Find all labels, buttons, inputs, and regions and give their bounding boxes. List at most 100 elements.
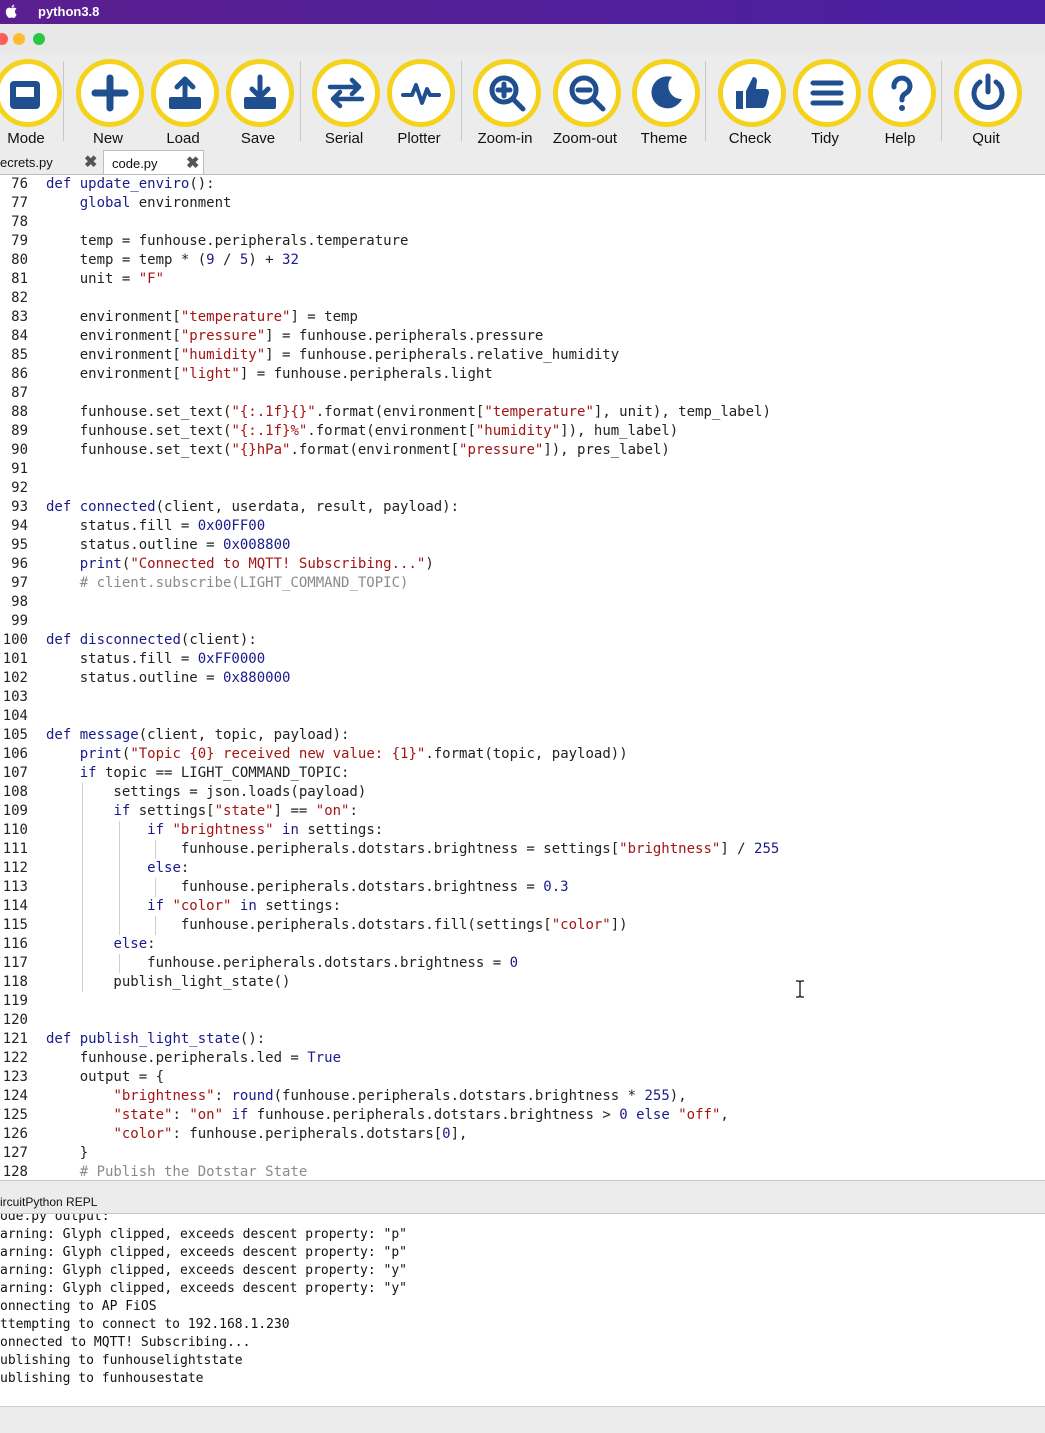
- code-line[interactable]: 86 environment["light"] = funhouse.perip…: [0, 365, 1045, 384]
- code-line[interactable]: 92: [0, 479, 1045, 498]
- line-number: 92: [11, 480, 28, 496]
- toolbar-button-label: Theme: [640, 130, 688, 147]
- code-line[interactable]: 125 "state": "on" if funhouse.peripheral…: [0, 1106, 1045, 1125]
- save-button[interactable]: Save: [218, 59, 298, 147]
- code-line[interactable]: 108 settings = json.loads(payload): [0, 783, 1045, 802]
- minimize-window-button[interactable]: [13, 33, 25, 45]
- code-line[interactable]: 121 def publish_light_state():: [0, 1030, 1045, 1049]
- code-line[interactable]: 126 "color": funhouse.peripherals.dotsta…: [0, 1125, 1045, 1144]
- code-line[interactable]: 78: [0, 213, 1045, 232]
- lines-icon: [810, 80, 844, 106]
- line-number: 127: [2, 1145, 28, 1161]
- code-line[interactable]: 115 funhouse.peripherals.dotstars.fill(s…: [0, 916, 1045, 935]
- maximize-window-button[interactable]: [33, 33, 45, 45]
- app-name[interactable]: python3.8: [38, 4, 99, 19]
- line-number: 97: [11, 575, 28, 591]
- code-line[interactable]: 76 def update_enviro():: [0, 175, 1045, 194]
- mode-button[interactable]: Mode: [0, 59, 66, 147]
- code-line[interactable]: 117 funhouse.peripherals.dotstars.bright…: [0, 954, 1045, 973]
- apple-icon[interactable]: [4, 3, 20, 19]
- code-line[interactable]: 101 status.fill = 0xFF0000: [0, 650, 1045, 669]
- code-text: environment["temperature"] = temp: [46, 309, 358, 325]
- line-number: 113: [2, 879, 28, 895]
- code-line[interactable]: 95 status.outline = 0x008800: [0, 536, 1045, 555]
- moon-icon: [651, 76, 682, 109]
- code-line[interactable]: 105 def message(client, topic, payload):: [0, 726, 1045, 745]
- code-line[interactable]: 79 temp = funhouse.peripherals.temperatu…: [0, 232, 1045, 251]
- menu-bar: python3.8: [0, 0, 1045, 24]
- code-line[interactable]: 96 print("Connected to MQTT! Subscribing…: [0, 555, 1045, 574]
- code-text: funhouse.set_text("{:.1f}%".format(envir…: [46, 423, 679, 439]
- code-line[interactable]: 111 funhouse.peripherals.dotstars.bright…: [0, 840, 1045, 859]
- code-line[interactable]: 119: [0, 992, 1045, 1011]
- line-number: 104: [2, 708, 28, 724]
- mode-icon: [10, 81, 40, 109]
- close-window-button[interactable]: [0, 33, 8, 45]
- code-line[interactable]: 112 else:: [0, 859, 1045, 878]
- quit-button[interactable]: Quit: [946, 59, 1026, 147]
- code-line[interactable]: 85 environment["humidity"] = funhouse.pe…: [0, 346, 1045, 365]
- code-line[interactable]: 80 temp = temp * (9 / 5) + 32: [0, 251, 1045, 270]
- line-number: 91: [11, 461, 28, 477]
- code-line[interactable]: 83 environment["temperature"] = temp: [0, 308, 1045, 327]
- code-line[interactable]: 120: [0, 1011, 1045, 1030]
- repl-line: ode.py output:: [0, 1214, 110, 1224]
- code-line[interactable]: 107 if topic == LIGHT_COMMAND_TOPIC:: [0, 764, 1045, 783]
- plotter-button[interactable]: Plotter: [379, 59, 459, 147]
- close-tab-icon[interactable]: ✖: [84, 152, 97, 172]
- code-line[interactable]: 118 publish_light_state(): [0, 973, 1045, 992]
- line-number: 107: [2, 765, 28, 781]
- tab-code[interactable]: code.py ✖: [103, 150, 204, 174]
- code-line[interactable]: 91: [0, 460, 1045, 479]
- code-line[interactable]: 106 print("Topic {0} received new value:…: [0, 745, 1045, 764]
- code-line[interactable]: 94 status.fill = 0x00FF00: [0, 517, 1045, 536]
- line-number: 126: [2, 1126, 28, 1142]
- repl-output[interactable]: ode.py output: arning: Glyph clipped, exc…: [0, 1214, 1045, 1406]
- line-number: 77: [11, 195, 28, 211]
- code-line[interactable]: 87: [0, 384, 1045, 403]
- code-line[interactable]: 82: [0, 289, 1045, 308]
- code-line[interactable]: 128 # Publish the Dotstar State: [0, 1163, 1045, 1180]
- code-line[interactable]: 109 if settings["state"] == "on":: [0, 802, 1045, 821]
- code-line[interactable]: 113 funhouse.peripherals.dotstars.bright…: [0, 878, 1045, 897]
- code-line[interactable]: 93 def connected(client, userdata, result…: [0, 498, 1045, 517]
- line-number: 119: [2, 993, 28, 1009]
- thumbs-up-icon: [736, 77, 769, 109]
- code-line[interactable]: 100 def disconnected(client):: [0, 631, 1045, 650]
- code-line[interactable]: 123 output = {: [0, 1068, 1045, 1087]
- code-line[interactable]: 102 status.outline = 0x880000: [0, 669, 1045, 688]
- code-line[interactable]: 99: [0, 612, 1045, 631]
- theme-button[interactable]: Theme: [624, 59, 704, 147]
- code-line[interactable]: 127 }: [0, 1144, 1045, 1163]
- code-line[interactable]: 77 global environment: [0, 194, 1045, 213]
- toolbar-separator: [300, 61, 301, 141]
- code-line[interactable]: 124 "brightness": round(funhouse.periphe…: [0, 1087, 1045, 1106]
- tab-secrets[interactable]: ecrets.py ✖: [0, 150, 102, 174]
- code-line[interactable]: 116 else:: [0, 935, 1045, 954]
- code-line[interactable]: 103: [0, 688, 1045, 707]
- code-line[interactable]: 114 if "color" in settings:: [0, 897, 1045, 916]
- code-text: # Publish the Dotstar State: [79, 1164, 308, 1180]
- code-line[interactable]: 90 funhouse.set_text("{}hPa".format(envi…: [0, 441, 1045, 460]
- code-line[interactable]: 98: [0, 593, 1045, 612]
- line-number: 89: [11, 423, 28, 439]
- code-editor[interactable]: 76 def update_enviro(): 77 global environm…: [0, 175, 1045, 1180]
- code-text: else:: [113, 936, 156, 952]
- code-line[interactable]: 88 funhouse.set_text("{:.1f}{}".format(e…: [0, 403, 1045, 422]
- line-number: 125: [2, 1107, 28, 1123]
- code-line[interactable]: 122 funhouse.peripherals.led = True: [0, 1049, 1045, 1068]
- zoom-in-button[interactable]: Zoom-in: [465, 59, 545, 147]
- zoom-out-button[interactable]: Zoom-out: [545, 59, 625, 147]
- code-line[interactable]: 81 unit = "F": [0, 270, 1045, 289]
- code-line[interactable]: 89 funhouse.set_text("{:.1f}%".format(en…: [0, 422, 1045, 441]
- code-line[interactable]: 97 # client.subscribe(LIGHT_COMMAND_TOPI…: [0, 574, 1045, 593]
- line-number: 121: [2, 1031, 28, 1047]
- code-line[interactable]: 104: [0, 707, 1045, 726]
- code-line[interactable]: 84 environment["pressure"] = funhouse.pe…: [0, 327, 1045, 346]
- code-line[interactable]: 110 if "brightness" in settings:: [0, 821, 1045, 840]
- toolbar-button-label: Save: [240, 130, 276, 147]
- help-button[interactable]: Help: [860, 59, 940, 147]
- line-number: 112: [2, 860, 28, 876]
- zoom-in-icon: [489, 75, 526, 112]
- close-tab-icon[interactable]: ✖: [186, 153, 199, 173]
